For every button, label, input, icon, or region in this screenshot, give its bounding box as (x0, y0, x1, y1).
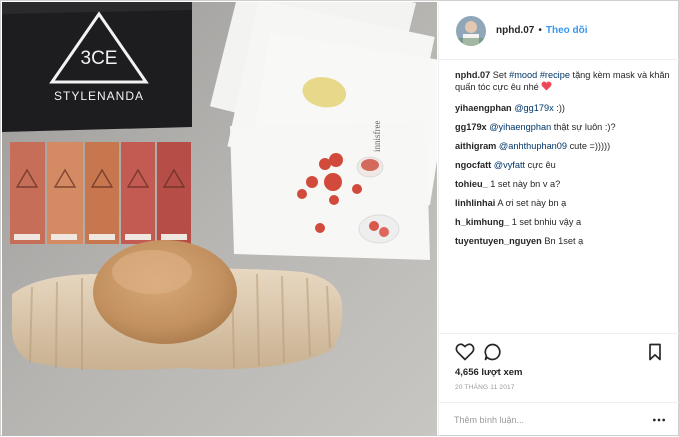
follow-button[interactable]: Theo dõi (546, 25, 588, 36)
more-options-icon[interactable] (652, 413, 666, 427)
comment-username[interactable]: h_kimhung_ (455, 217, 509, 227)
hashtag-mood[interactable]: #mood (509, 70, 537, 80)
comment: aithigram @anhthuphan09 cute =))))) (455, 140, 670, 152)
post-username[interactable]: nphd.07 (496, 25, 534, 36)
comment-text: A ơi set này bn ạ (497, 198, 567, 208)
comment: linhlinhai A ơi set này bn ạ (455, 197, 670, 209)
comment: tuyentuyen_nguyen Bn 1set ạ (455, 235, 670, 247)
comment-text: :)) (556, 103, 565, 113)
post-photo[interactable]: 3CE STYLENANDA innisfree (2, 2, 437, 436)
caption: nphd.07 Set #mood #recipe tặng kèm mask … (455, 69, 670, 93)
comment-username[interactable]: tohieu_ (455, 179, 488, 189)
post-actions: 4,656 lượt xem 20 THÁNG 11 2017 (439, 333, 679, 436)
post-header: nphd.07 • Theo dõi (439, 2, 679, 60)
view-count[interactable]: 4,656 lượt xem (455, 367, 523, 378)
bookmark-icon[interactable] (645, 342, 665, 362)
comment-text: 1 set này bn v a? (490, 179, 561, 189)
comment-mention[interactable]: @gg179x (514, 103, 553, 113)
comment-username[interactable]: aithigram (455, 141, 496, 151)
comment-mention[interactable]: @yihaengphan (489, 122, 551, 132)
add-comment-bar (439, 402, 679, 437)
comment: ngocfatt @vyfatt cực êu (455, 159, 670, 171)
comment-username[interactable]: gg179x (455, 122, 487, 132)
avatar[interactable] (456, 15, 486, 46)
comment-text: 1 set bnhiu vậy a (511, 217, 582, 227)
action-bar (453, 342, 665, 364)
comment: h_kimhung_ 1 set bnhiu vậy a (455, 216, 670, 228)
comment: tohieu_ 1 set này bn v a? (455, 178, 670, 190)
post-sidebar: nphd.07 • Theo dõi nphd.07 Set #mood #re… (438, 2, 679, 436)
comment-mention[interactable]: @anhthuphan09 (499, 141, 567, 151)
post-date: 20 THÁNG 11 2017 (455, 384, 515, 391)
separator-dot: • (538, 25, 542, 36)
comment-username[interactable]: yihaengphan (455, 103, 512, 113)
comment-icon[interactable] (483, 342, 503, 362)
comment-username[interactable]: ngocfatt (455, 160, 491, 170)
heart-icon[interactable] (455, 342, 475, 362)
comment-text: Bn 1set ạ (544, 236, 584, 246)
caption-username[interactable]: nphd.07 (455, 70, 490, 80)
red-heart-icon (541, 81, 552, 91)
photo-brand: STYLENANDA (54, 89, 144, 103)
photo-logo: 3CE (81, 48, 118, 69)
comment-text: thật sự luôn :)? (553, 122, 616, 132)
post-dialog: 3CE STYLENANDA innisfree nphd.07 • Theo … (0, 0, 679, 436)
comment-username[interactable]: tuyentuyen_nguyen (455, 236, 542, 246)
caption-text-pre: Set (492, 70, 507, 80)
comment-text: cute =))))) (569, 141, 611, 151)
comment-input[interactable] (454, 412, 634, 428)
hashtag-recipe[interactable]: #recipe (540, 70, 570, 80)
comment-mention[interactable]: @vyfatt (494, 160, 525, 170)
comment-text: cực êu (527, 160, 556, 170)
comment-list: nphd.07 Set #mood #recipe tặng kèm mask … (455, 69, 670, 254)
comment-username[interactable]: linhlinhai (455, 198, 495, 208)
comment: gg179x @yihaengphan thật sự luôn :)? (455, 121, 670, 133)
photo-mask-brand: innisfree (372, 121, 382, 153)
comment: yihaengphan @gg179x :)) (455, 102, 670, 114)
post-photo-image: 3CE STYLENANDA innisfree (2, 2, 437, 436)
